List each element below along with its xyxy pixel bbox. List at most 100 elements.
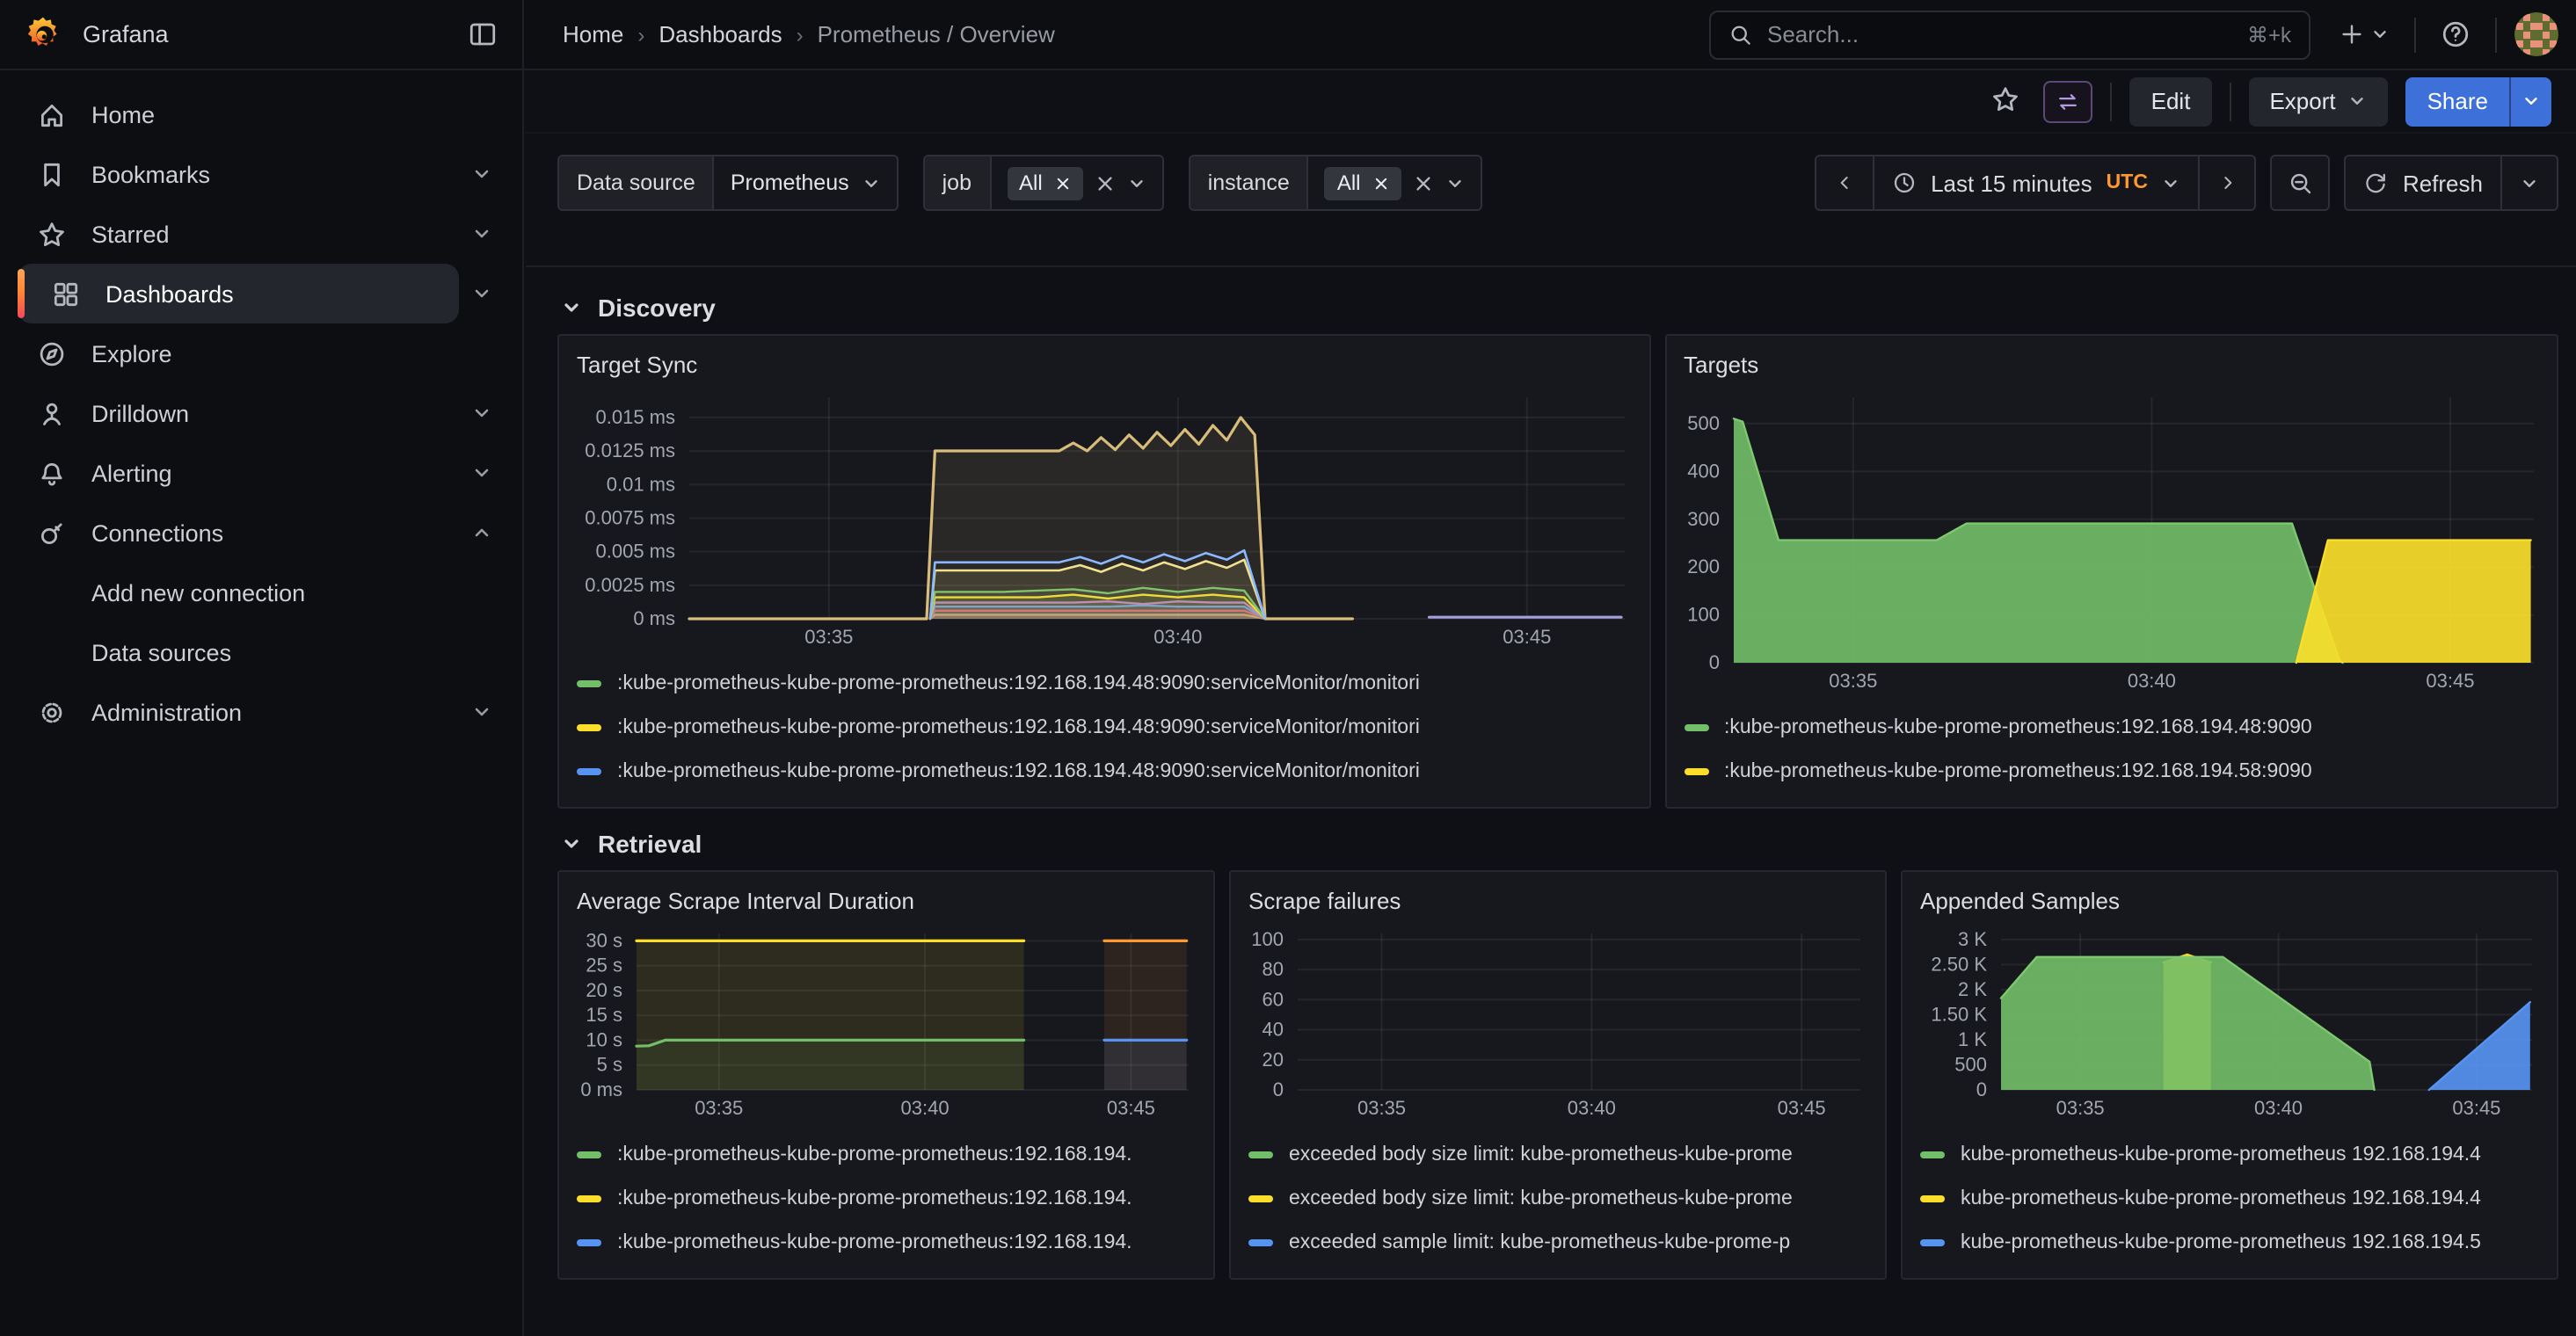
close-icon[interactable] (1055, 175, 1071, 191)
svg-text:300: 300 (1686, 508, 1719, 530)
legend-series-label: :kube-prometheus-kube-prome-prometheus:1… (617, 1144, 1132, 1165)
sidebar-item-body[interactable]: Starred (18, 204, 459, 264)
svg-text:200: 200 (1686, 555, 1719, 577)
chevron-down-icon[interactable] (459, 462, 505, 483)
search-input-wrapper[interactable]: ⌘+k (1709, 10, 2310, 59)
export-button[interactable]: Export (2248, 76, 2388, 126)
legend-item[interactable]: exceeded body size limit: kube-prometheu… (1248, 1176, 1867, 1220)
sidebar-item-drilldown[interactable]: Drilldown (18, 383, 505, 443)
chevron-down-icon[interactable] (1127, 173, 1146, 192)
section-retrieval[interactable]: Retrieval (561, 830, 2558, 858)
sidebar-item-home[interactable]: Home (18, 84, 505, 144)
chevron-down-icon (2520, 173, 2539, 192)
instance-filter-chip[interactable]: All (1325, 166, 1401, 200)
legend-item[interactable]: :kube-prometheus-kube-prome-prometheus:1… (577, 1220, 1196, 1264)
legend-item[interactable]: :kube-prometheus-kube-prome-prometheus:1… (577, 661, 1631, 705)
sidebar-item-body[interactable]: Bookmarks (18, 144, 459, 204)
bell-icon (35, 458, 67, 488)
sidebar-item-body[interactable]: Drilldown (18, 383, 459, 443)
sidebar-item-body[interactable]: Explore (18, 323, 459, 383)
svg-text:03:35: 03:35 (695, 1097, 743, 1119)
sidebar-item-alerting[interactable]: Alerting (18, 443, 505, 503)
svg-text:03:45: 03:45 (1778, 1097, 1826, 1119)
user-avatar[interactable] (2514, 12, 2558, 56)
sidebar-collapse-button[interactable] (468, 19, 498, 49)
sidebar-item-explore[interactable]: Explore (18, 323, 505, 383)
legend-item[interactable]: :kube-prometheus-kube-prome-prometheus:1… (577, 1176, 1196, 1220)
sidebar-item-body[interactable]: Dashboards (18, 264, 459, 323)
scrape-failures-chart: 02040608010003:3503:4003:45 (1248, 923, 1867, 1123)
share-options-button[interactable] (2509, 76, 2551, 126)
search-input[interactable] (1767, 21, 2233, 47)
dashboard-scroll-area[interactable]: Discovery Target Sync 0 ms0.0025 ms0.005… (526, 269, 2576, 1336)
add-new-button[interactable] (2332, 14, 2397, 54)
sidebar-item-body[interactable]: Data sources (18, 622, 459, 682)
divider (2111, 82, 2113, 120)
sidebar-item-add-new-connection[interactable]: Add new connection (18, 563, 505, 622)
legend-item[interactable]: :kube-prometheus-kube-prome-prometheus:1… (577, 705, 1631, 749)
refresh-button[interactable]: Refresh (2347, 156, 2500, 209)
legend-item[interactable]: :kube-prometheus-kube-prome-prometheus:1… (577, 1132, 1196, 1176)
legend-item[interactable]: :kube-prometheus-kube-prome-prometheus:1… (1684, 705, 2539, 749)
svg-text:20: 20 (1263, 1049, 1284, 1071)
sidebar-item-bookmarks[interactable]: Bookmarks (18, 144, 505, 204)
section-discovery[interactable]: Discovery (561, 294, 2558, 322)
legend-series-label: :kube-prometheus-kube-prome-prometheus:1… (617, 672, 1420, 693)
swap-arrows-icon (2056, 89, 2081, 113)
svg-text:25 s: 25 s (586, 955, 622, 977)
drilldown-icon (35, 398, 67, 428)
panel-title[interactable]: Target Sync (577, 345, 1631, 387)
legend-series-label: exceeded body size limit: kube-prometheu… (1289, 1187, 1793, 1209)
clear-filter-icon[interactable] (1095, 173, 1115, 192)
chevron-up-icon[interactable] (459, 522, 505, 543)
chevron-down-icon[interactable] (459, 283, 505, 304)
job-filter-chip[interactable]: All (1007, 166, 1083, 200)
panel-title[interactable]: Targets (1684, 345, 2539, 387)
sidebar-item-body[interactable]: Home (18, 84, 459, 144)
breadcrumb-item-home[interactable]: Home (563, 21, 623, 47)
share-button[interactable]: Share (2406, 76, 2509, 126)
help-button[interactable] (2434, 12, 2478, 56)
datasource-value[interactable]: Prometheus (715, 156, 897, 209)
legend-item[interactable]: exceeded body size limit: kube-prometheu… (1248, 1132, 1867, 1176)
datasource-picker: Data source Prometheus (557, 155, 899, 211)
breadcrumb-item-dashboards[interactable]: Dashboards (659, 21, 782, 47)
close-icon[interactable] (1373, 175, 1389, 191)
legend-item[interactable]: kube-prometheus-kube-prome-prometheus 19… (1920, 1176, 2539, 1220)
chevron-down-icon[interactable] (459, 701, 505, 722)
edit-button[interactable]: Edit (2130, 76, 2212, 126)
sidebar-item-body[interactable]: Connections (18, 503, 459, 563)
legend-item[interactable]: :kube-prometheus-kube-prome-prometheus:1… (577, 749, 1631, 793)
legend-item[interactable]: kube-prometheus-kube-prome-prometheus 19… (1920, 1220, 2539, 1264)
sidebar-item-administration[interactable]: Administration (18, 682, 505, 742)
panel-title[interactable]: Appended Samples (1920, 881, 2539, 923)
sidebar-nav: HomeBookmarksStarredDashboardsExploreDri… (0, 70, 524, 1336)
refresh-interval-button[interactable] (2500, 156, 2557, 209)
chevron-down-icon[interactable] (459, 163, 505, 185)
legend-item[interactable]: kube-prometheus-kube-prome-prometheus 19… (1920, 1132, 2539, 1176)
chevron-down-icon[interactable] (459, 223, 505, 244)
legend-item[interactable]: :kube-prometheus-kube-prome-prometheus:1… (1684, 749, 2539, 793)
chevron-down-icon[interactable] (1445, 173, 1465, 192)
legend-item[interactable]: exceeded sample limit: kube-prometheus-k… (1248, 1220, 1867, 1264)
sidebar-item-dashboards[interactable]: Dashboards (18, 264, 505, 323)
clear-filter-icon[interactable] (1414, 173, 1433, 192)
panel-title[interactable]: Scrape failures (1248, 881, 1867, 923)
sidebar-item-starred[interactable]: Starred (18, 204, 505, 264)
time-shift-forward-button[interactable] (2199, 156, 2255, 209)
sidebar-item-body[interactable]: Administration (18, 682, 459, 742)
star-dashboard-button[interactable] (1986, 78, 2027, 124)
sidebar-item-body[interactable]: Add new connection (18, 563, 459, 622)
nav-actions (2310, 12, 2576, 56)
sidebar-item-data-sources[interactable]: Data sources (18, 622, 505, 682)
time-range-picker[interactable]: Last 15 minutes UTC (1873, 156, 2199, 209)
chevron-down-icon[interactable] (459, 403, 505, 424)
svg-text:03:35: 03:35 (1357, 1097, 1406, 1119)
svg-text:30 s: 30 s (586, 929, 622, 951)
time-shift-back-button[interactable] (1816, 156, 1873, 209)
panel-title[interactable]: Average Scrape Interval Duration (577, 881, 1196, 923)
sidebar-item-body[interactable]: Alerting (18, 443, 459, 503)
sidebar-item-connections[interactable]: Connections (18, 503, 505, 563)
switch-view-button[interactable] (2044, 80, 2093, 122)
zoom-out-button[interactable] (2273, 156, 2329, 209)
